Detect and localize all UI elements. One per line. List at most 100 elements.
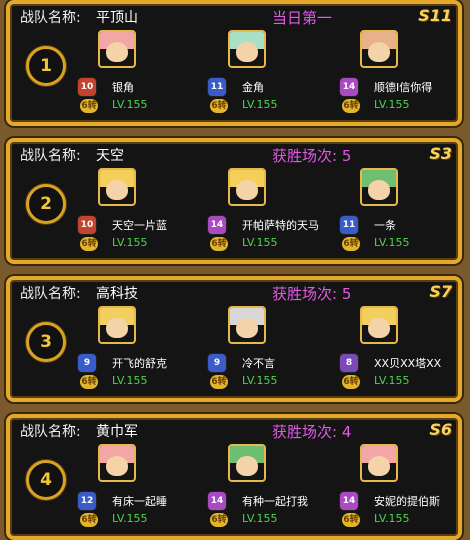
rebirth-badge: 6转	[342, 375, 360, 389]
member-avatar[interactable]	[360, 168, 398, 206]
team-name-label: 战队名称:	[20, 286, 81, 302]
level-badge-icon: 11	[340, 216, 358, 234]
member-name: 银角	[112, 81, 134, 94]
team-header: 战队名称: 平顶山 当日第一 S11	[10, 4, 458, 30]
member-avatar[interactable]	[228, 444, 266, 482]
member-level: LV.155	[374, 98, 410, 111]
member-avatar[interactable]	[360, 30, 398, 68]
rebirth-badge: 6转	[342, 99, 360, 113]
season-badge: S11	[418, 6, 452, 25]
team-header: 战队名称: 天空 获胜场次: 5 S3	[10, 142, 458, 168]
season-badge: S7	[429, 282, 452, 301]
level-badge-icon: 11	[208, 78, 226, 96]
team-name: 高科技	[96, 286, 138, 302]
level-badge-icon: 9	[208, 354, 226, 372]
rebirth-badge: 6转	[210, 375, 228, 389]
team-member[interactable]: 12 有床一起睡 6转 LV.155	[78, 444, 208, 539]
team-status: 获胜场次: 5	[272, 147, 352, 165]
member-name: 有种一起打我	[242, 495, 308, 508]
team-name-label: 战队名称:	[20, 148, 81, 164]
team-name-label: 战队名称:	[20, 424, 81, 440]
rebirth-badge: 6转	[210, 513, 228, 527]
rebirth-badge: 6转	[80, 513, 98, 527]
team-member[interactable]: 14 安妮的提伯斯 6转 LV.155	[340, 444, 470, 539]
member-name: XX贝XX塔XX	[374, 357, 442, 370]
level-badge-icon: 14	[340, 492, 358, 510]
member-name: 有床一起睡	[112, 495, 167, 508]
team-member[interactable]: 11 一条 6转 LV.155	[340, 168, 470, 263]
rebirth-badge: 6转	[80, 375, 98, 389]
member-avatar[interactable]	[98, 168, 136, 206]
member-avatar[interactable]	[228, 30, 266, 68]
member-level: LV.155	[242, 374, 278, 387]
team-status: 当日第一	[272, 9, 333, 27]
team-name: 黄巾军	[96, 424, 138, 440]
member-name: 开飞的舒克	[112, 357, 167, 370]
team-name: 平顶山	[96, 10, 138, 26]
member-name: 冷不言	[242, 357, 275, 370]
member-level: LV.155	[374, 512, 410, 525]
team-member[interactable]: 14 有种一起打我 6转 LV.155	[208, 444, 338, 539]
rank-badge: 1	[26, 46, 66, 86]
member-level: LV.155	[242, 98, 278, 111]
member-level: LV.155	[242, 236, 278, 249]
team-header: 战队名称: 高科技 获胜场次: 5 S7	[10, 280, 458, 306]
rank-badge: 3	[26, 322, 66, 362]
member-avatar[interactable]	[360, 306, 398, 344]
member-name: 金角	[242, 81, 264, 94]
level-badge-icon: 9	[78, 354, 96, 372]
member-level: LV.155	[112, 374, 148, 387]
team-member[interactable]: 9 冷不言 6转 LV.155	[208, 306, 338, 401]
member-level: LV.155	[112, 512, 148, 525]
member-level: LV.155	[242, 512, 278, 525]
member-avatar[interactable]	[98, 444, 136, 482]
member-avatar[interactable]	[98, 30, 136, 68]
member-level: LV.155	[374, 374, 410, 387]
member-avatar[interactable]	[360, 444, 398, 482]
level-badge-icon: 14	[340, 78, 358, 96]
team-ranking-list: 战队名称: 平顶山 当日第一 S11 1 10 银角 6转 LV.155 11 …	[0, 0, 470, 540]
member-name: 顺德I信你得	[374, 81, 433, 94]
team-card[interactable]: 战队名称: 天空 获胜场次: 5 S3 2 10 天空一片蓝 6转 LV.155…	[6, 138, 462, 264]
team-name: 天空	[96, 148, 124, 164]
level-badge-icon: 10	[78, 216, 96, 234]
rebirth-badge: 6转	[342, 513, 360, 527]
level-badge-icon: 14	[208, 492, 226, 510]
level-badge-icon: 12	[78, 492, 96, 510]
team-member[interactable]: 10 银角 6转 LV.155	[78, 30, 208, 125]
team-card[interactable]: 战队名称: 黄巾军 获胜场次: 4 S6 4 12 有床一起睡 6转 LV.15…	[6, 414, 462, 540]
rebirth-badge: 6转	[80, 99, 98, 113]
rebirth-badge: 6转	[210, 237, 228, 251]
member-level: LV.155	[112, 236, 148, 249]
team-member[interactable]: 9 开飞的舒克 6转 LV.155	[78, 306, 208, 401]
level-badge-icon: 8	[340, 354, 358, 372]
team-member[interactable]: 14 开帕萨特的天马 6转 LV.155	[208, 168, 338, 263]
team-member[interactable]: 10 天空一片蓝 6转 LV.155	[78, 168, 208, 263]
team-header: 战队名称: 黄巾军 获胜场次: 4 S6	[10, 418, 458, 444]
member-name: 开帕萨特的天马	[242, 219, 319, 232]
rebirth-badge: 6转	[80, 237, 98, 251]
rank-badge: 2	[26, 184, 66, 224]
team-card[interactable]: 战队名称: 高科技 获胜场次: 5 S7 3 9 开飞的舒克 6转 LV.155…	[6, 276, 462, 402]
team-member[interactable]: 8 XX贝XX塔XX 6转 LV.155	[340, 306, 470, 401]
member-avatar[interactable]	[228, 168, 266, 206]
season-badge: S3	[429, 144, 452, 163]
level-badge-icon: 10	[78, 78, 96, 96]
team-member[interactable]: 14 顺德I信你得 6转 LV.155	[340, 30, 470, 125]
member-level: LV.155	[112, 98, 148, 111]
level-badge-icon: 14	[208, 216, 226, 234]
member-name: 一条	[374, 219, 396, 232]
member-avatar[interactable]	[228, 306, 266, 344]
season-badge: S6	[429, 420, 452, 439]
member-level: LV.155	[374, 236, 410, 249]
team-status: 获胜场次: 5	[272, 285, 352, 303]
member-name: 天空一片蓝	[112, 219, 167, 232]
member-name: 安妮的提伯斯	[374, 495, 440, 508]
team-name-label: 战队名称:	[20, 10, 81, 26]
member-avatar[interactable]	[98, 306, 136, 344]
team-card[interactable]: 战队名称: 平顶山 当日第一 S11 1 10 银角 6转 LV.155 11 …	[6, 0, 462, 126]
team-status: 获胜场次: 4	[272, 423, 352, 441]
team-member[interactable]: 11 金角 6转 LV.155	[208, 30, 338, 125]
rank-badge: 4	[26, 460, 66, 500]
rebirth-badge: 6转	[342, 237, 360, 251]
